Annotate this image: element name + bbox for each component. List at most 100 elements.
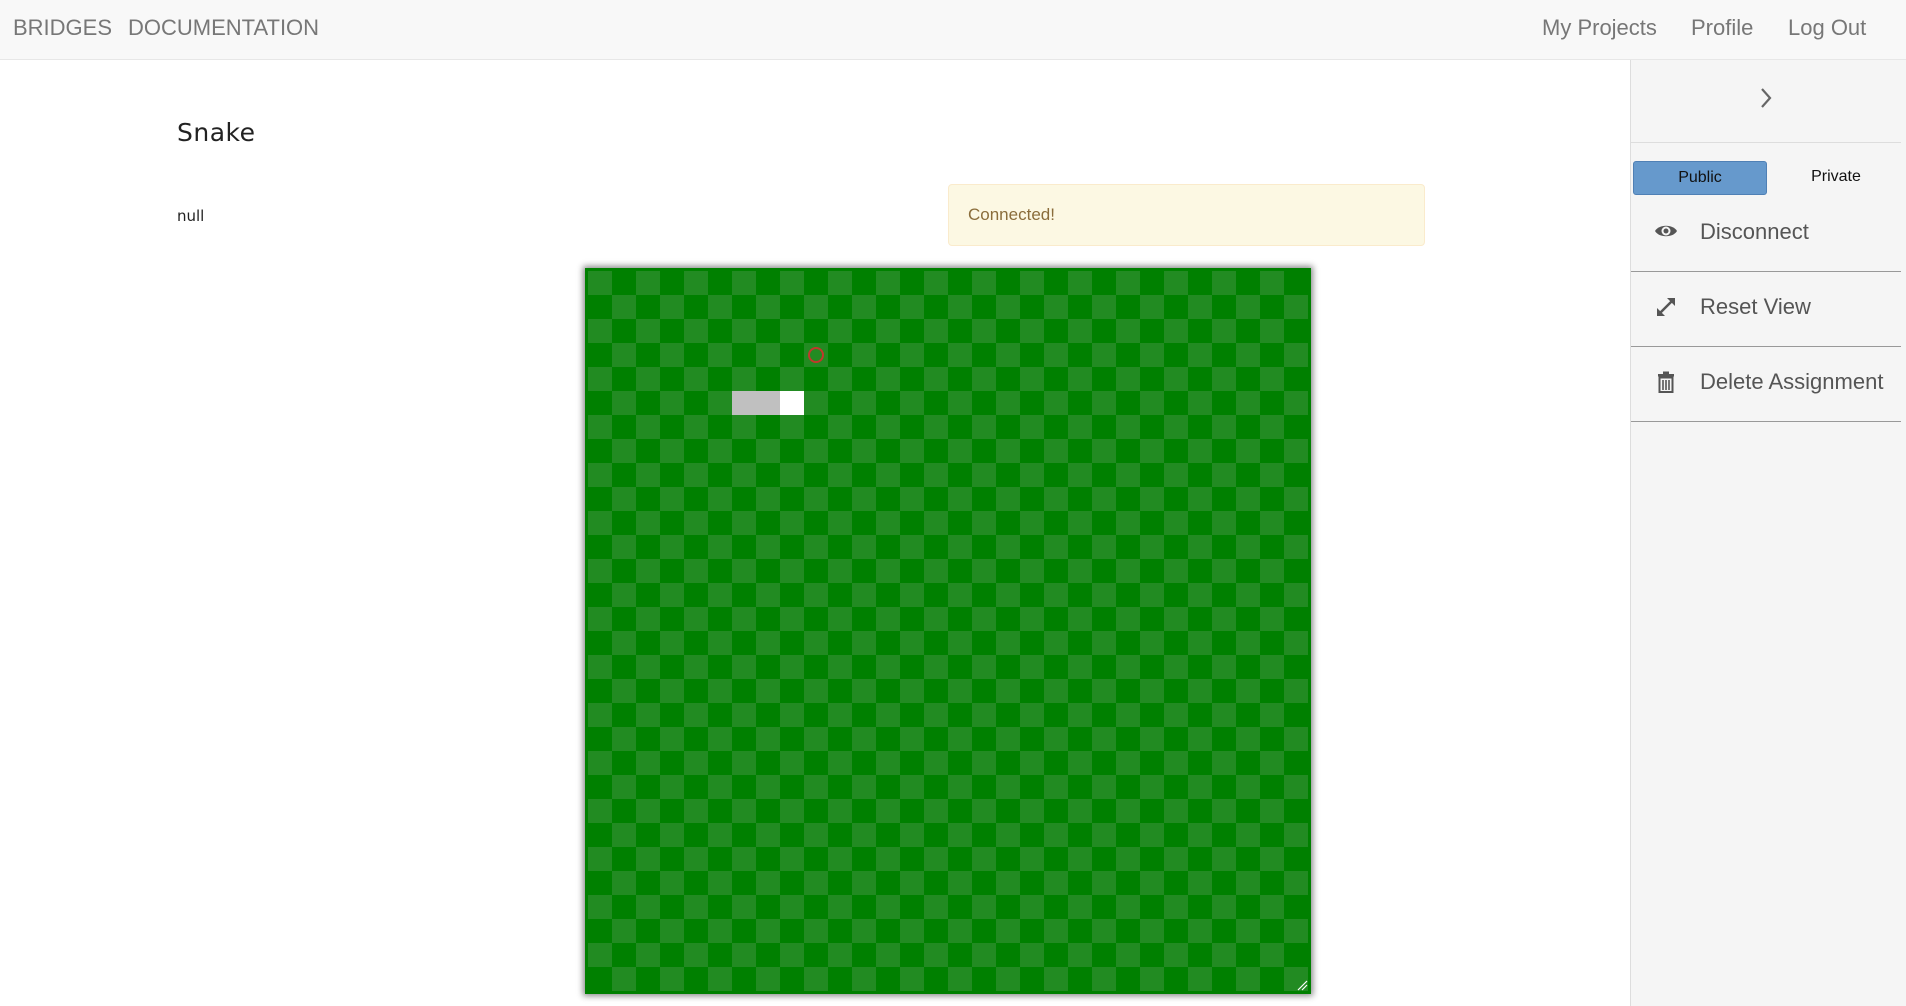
grid-cell <box>636 271 660 295</box>
sidebar-collapse-button[interactable] <box>1631 60 1901 143</box>
grid-cell <box>804 631 828 655</box>
grid-cell <box>1212 415 1236 439</box>
grid-cell <box>1236 775 1260 799</box>
grid-cell <box>1164 367 1188 391</box>
nav-documentation-link[interactable]: DOCUMENTATION <box>128 14 319 42</box>
grid-cell <box>684 727 708 751</box>
grid-cell <box>924 943 948 967</box>
grid-cell <box>1260 679 1284 703</box>
grid-cell <box>1044 559 1068 583</box>
grid-cell <box>1236 415 1260 439</box>
grid-cell <box>684 631 708 655</box>
grid-cell <box>972 319 996 343</box>
grid-cell <box>1068 679 1092 703</box>
grid-cell <box>828 535 852 559</box>
grid-cell <box>924 439 948 463</box>
grid-cell <box>1284 415 1308 439</box>
grid-cell <box>636 631 660 655</box>
grid-cell <box>780 751 804 775</box>
grid-cell <box>780 823 804 847</box>
grid-cell <box>660 703 684 727</box>
grid-cell <box>876 799 900 823</box>
grid-cell <box>852 559 876 583</box>
grid-cell <box>1236 463 1260 487</box>
grid-cell <box>1140 871 1164 895</box>
nav-brand-link[interactable]: BRIDGES <box>13 14 112 42</box>
grid-cell <box>1188 751 1212 775</box>
grid-cell <box>780 775 804 799</box>
grid-cell <box>660 799 684 823</box>
grid-cell <box>708 367 732 391</box>
grid-cell <box>804 583 828 607</box>
grid-cell <box>972 967 996 991</box>
grid-cell <box>1212 751 1236 775</box>
grid-cell <box>924 895 948 919</box>
eye-icon <box>1655 225 1677 237</box>
grid-cell <box>1212 943 1236 967</box>
nav-my-projects-link[interactable]: My Projects <box>1542 14 1657 42</box>
grid-cell <box>828 751 852 775</box>
grid-cell <box>612 367 636 391</box>
grid-cell <box>756 415 780 439</box>
grid-cell <box>876 727 900 751</box>
grid-cell <box>852 943 876 967</box>
grid-cell <box>1212 799 1236 823</box>
grid-cell <box>612 751 636 775</box>
private-toggle-button[interactable]: Private <box>1771 161 1901 195</box>
grid-cell <box>1212 319 1236 343</box>
public-toggle-button[interactable]: Public <box>1633 161 1767 195</box>
grid-cell <box>1140 367 1164 391</box>
grid-cell <box>1212 823 1236 847</box>
grid-cell <box>780 703 804 727</box>
grid-cell <box>1068 487 1092 511</box>
grid-cell <box>708 415 732 439</box>
grid-cell <box>900 415 924 439</box>
reset-view-button[interactable]: Reset View <box>1631 272 1901 347</box>
disconnect-button[interactable]: Disconnect <box>1631 197 1901 272</box>
grid-cell <box>1044 271 1068 295</box>
grid-cell <box>708 919 732 943</box>
nav-profile-link[interactable]: Profile <box>1691 14 1753 42</box>
grid-cell <box>780 679 804 703</box>
resize-handle-icon[interactable] <box>1296 979 1308 991</box>
grid-cell <box>1068 607 1092 631</box>
grid-cell <box>900 511 924 535</box>
game-grid[interactable] <box>588 271 1308 991</box>
grid-cell <box>1140 967 1164 991</box>
grid-cell <box>684 703 708 727</box>
grid-cell <box>660 439 684 463</box>
grid-cell <box>1212 607 1236 631</box>
grid-cell <box>900 295 924 319</box>
grid-cell <box>1284 847 1308 871</box>
grid-cell <box>948 727 972 751</box>
grid-cell <box>1092 463 1116 487</box>
grid-cell <box>1164 655 1188 679</box>
nav-logout-link[interactable]: Log Out <box>1788 14 1866 42</box>
grid-cell <box>612 655 636 679</box>
grid-cell <box>900 463 924 487</box>
grid-cell <box>1164 775 1188 799</box>
grid-cell <box>684 391 708 415</box>
grid-cell <box>684 823 708 847</box>
grid-cell <box>1284 727 1308 751</box>
grid-cell <box>804 895 828 919</box>
grid-cell <box>996 655 1020 679</box>
grid-cell <box>804 559 828 583</box>
grid-cell <box>996 631 1020 655</box>
grid-cell <box>1020 703 1044 727</box>
grid-cell <box>1236 511 1260 535</box>
grid-cell <box>900 607 924 631</box>
grid-cell <box>1116 871 1140 895</box>
grid-cell <box>780 943 804 967</box>
grid-cell <box>684 319 708 343</box>
delete-assignment-button[interactable]: Delete Assignment <box>1631 347 1901 422</box>
grid-cell <box>876 655 900 679</box>
grid-cell <box>876 439 900 463</box>
grid-cell <box>828 655 852 679</box>
grid-cell <box>1284 943 1308 967</box>
grid-cell <box>1164 535 1188 559</box>
grid-cell <box>732 463 756 487</box>
connection-status-alert: Connected! <box>948 184 1425 246</box>
grid-cell <box>660 391 684 415</box>
grid-cell <box>612 679 636 703</box>
